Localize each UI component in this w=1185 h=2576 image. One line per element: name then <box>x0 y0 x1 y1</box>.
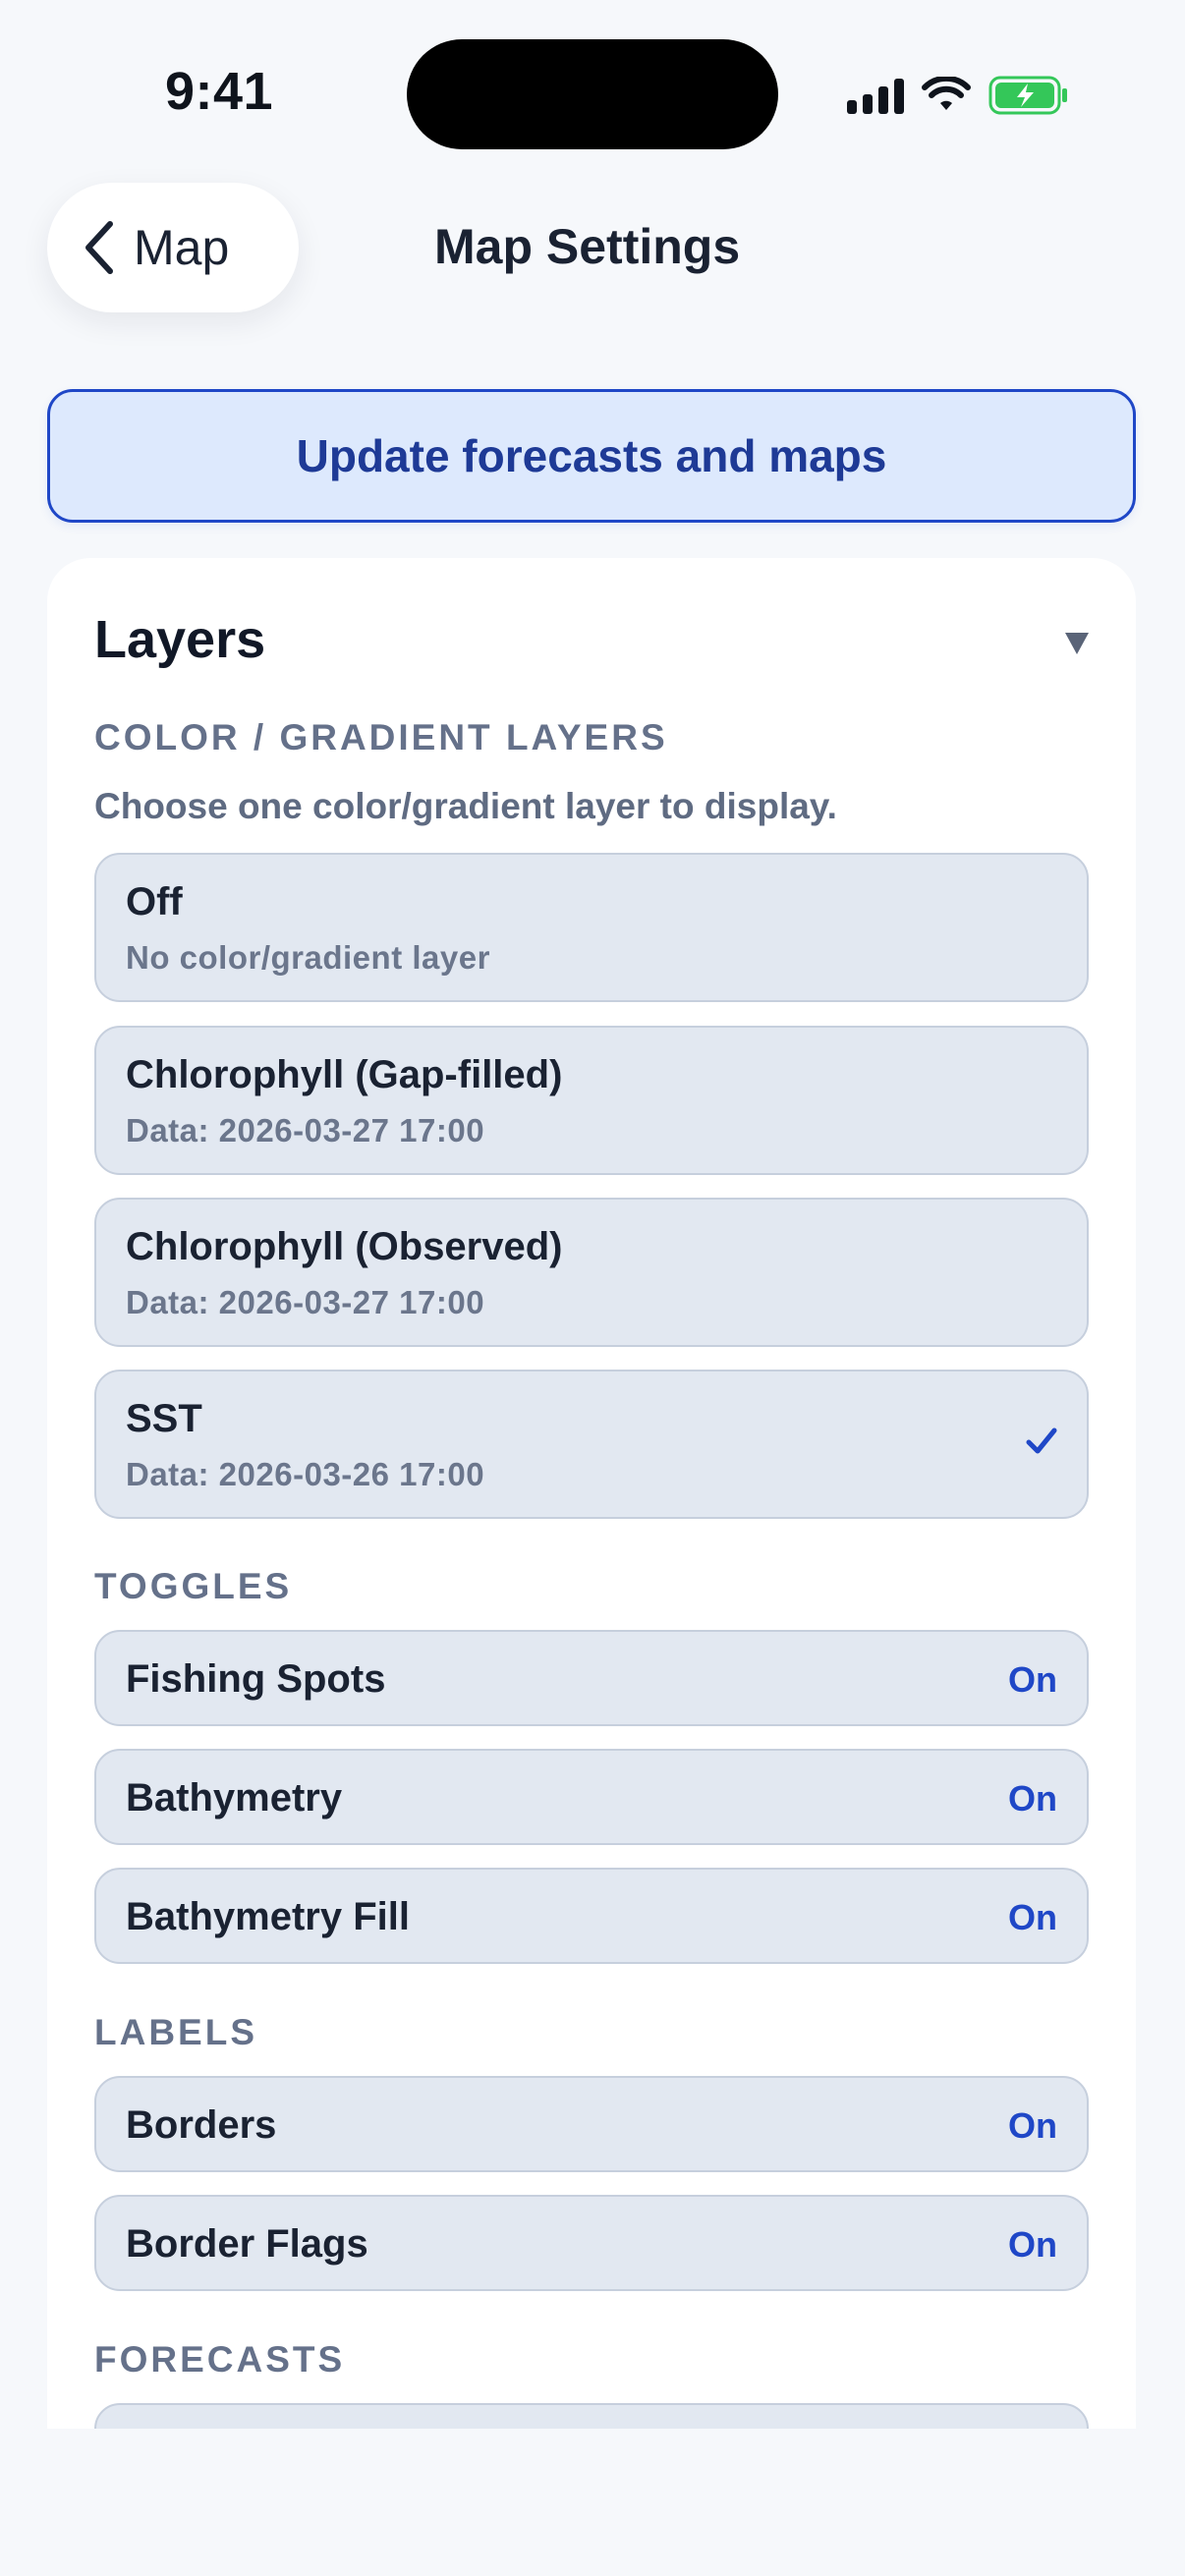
layers-card: Layers COLOR / GRADIENT LAYERS Choose on… <box>47 558 1136 2429</box>
toggle-state: On <box>1008 1778 1057 1819</box>
option-subtitle: Data: 2026-03-26 17:00 <box>126 1456 485 1492</box>
checkmark-icon <box>1026 1428 1057 1454</box>
option-subtitle: No color/gradient layer <box>126 939 490 976</box>
section-label-forecasts: FORECASTS <box>94 2339 346 2380</box>
status-icons <box>847 71 1069 120</box>
back-button[interactable]: Map <box>47 183 299 312</box>
section-label-labels: LABELS <box>94 2012 257 2052</box>
toggle-state: On <box>1008 2105 1057 2146</box>
toggle-fishing-spots[interactable]: Fishing Spots On <box>94 1630 1089 1726</box>
option-title: SST <box>126 1397 202 1440</box>
section-label-toggles: TOGGLES <box>94 1566 293 1606</box>
forecast-item-partial[interactable] <box>94 2403 1089 2429</box>
toggle-title: Borders <box>126 2103 277 2147</box>
chevron-left-icon <box>85 221 113 274</box>
section-description: Choose one color/gradient layer to displ… <box>94 786 837 826</box>
toggle-border-flags[interactable]: Border Flags On <box>94 2195 1089 2291</box>
option-title: Chlorophyll (Gap-filled) <box>126 1053 563 1096</box>
collapse-triangle-icon[interactable] <box>1065 633 1089 654</box>
page-title: Map Settings <box>434 219 741 274</box>
update-forecasts-button[interactable]: Update forecasts and maps <box>47 389 1136 523</box>
option-title: Chlorophyll (Observed) <box>126 1225 563 1268</box>
layer-option-chlorophyll-gap-filled[interactable]: Chlorophyll (Gap-filled) Data: 2026-03-2… <box>94 1026 1089 1175</box>
toggle-title: Fishing Spots <box>126 1657 386 1701</box>
layer-option-off[interactable]: Off No color/gradient layer <box>94 853 1089 1002</box>
toggle-state: On <box>1008 1659 1057 1700</box>
toggle-title: Bathymetry <box>126 1776 343 1820</box>
dynamic-island <box>407 39 778 149</box>
option-subtitle: Data: 2026-03-27 17:00 <box>126 1112 485 1148</box>
wifi-icon <box>922 77 971 114</box>
cellular-signal-icon <box>847 77 904 114</box>
option-subtitle: Data: 2026-03-27 17:00 <box>126 1284 485 1320</box>
layers-card-title: Layers <box>94 610 266 669</box>
status-time: 9:41 <box>165 62 274 121</box>
toggle-borders[interactable]: Borders On <box>94 2076 1089 2172</box>
layer-option-sst[interactable]: SST Data: 2026-03-26 17:00 <box>94 1370 1089 1519</box>
toggle-title: Border Flags <box>126 2222 368 2266</box>
toggle-bathymetry[interactable]: Bathymetry On <box>94 1749 1089 1845</box>
layers-card-header[interactable]: Layers <box>94 609 1089 688</box>
section-label-color-layers: COLOR / GRADIENT LAYERS <box>94 717 668 757</box>
toggle-state: On <box>1008 1897 1057 1937</box>
layer-option-chlorophyll-observed[interactable]: Chlorophyll (Observed) Data: 2026-03-27 … <box>94 1198 1089 1347</box>
option-title: Off <box>126 880 183 924</box>
toggle-title: Bathymetry Fill <box>126 1895 410 1938</box>
back-button-label: Map <box>134 220 230 275</box>
toggle-state: On <box>1008 2224 1057 2265</box>
toggle-bathymetry-fill[interactable]: Bathymetry Fill On <box>94 1868 1089 1964</box>
map-settings-screen: 9:41 Map Map Settings Update forecasts a… <box>0 0 1185 2576</box>
battery-charging-icon <box>988 76 1069 115</box>
